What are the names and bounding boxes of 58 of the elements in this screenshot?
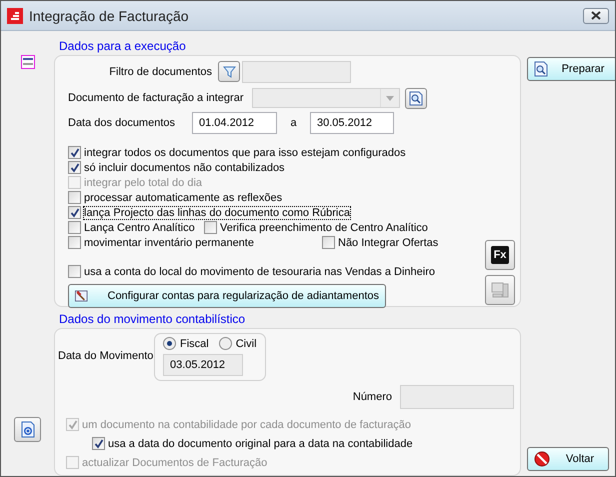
checkbox-label: Lança Centro Analítico <box>84 222 195 234</box>
checkbox-label: integrar todos os documentos que para isso estejam configurados <box>84 146 406 158</box>
configure-button[interactable]: Configurar contas para regularização de adiantamentos <box>68 284 386 308</box>
form-icon <box>20 55 34 69</box>
back-button[interactable]: Voltar <box>527 447 609 471</box>
checkbox-label: Verifica preenchimento de Centro Analítico <box>220 222 428 234</box>
checkbox-label: movimentar inventário permanente <box>84 236 254 248</box>
checkbox-label: um documento na contabilidade por cada documento de facturação <box>82 418 411 430</box>
stop-icon <box>534 451 550 467</box>
radio-button[interactable]: Civil <box>218 337 257 350</box>
window-title: Integração de Facturação <box>29 8 190 24</box>
checkbox[interactable] <box>68 236 81 249</box>
date-field[interactable]: 01.04.2012 <box>192 112 277 134</box>
app-logo-icon <box>7 8 23 24</box>
checkbox[interactable] <box>204 221 217 234</box>
funnel-icon <box>222 66 236 78</box>
field-label: Data dos documentos <box>68 117 176 129</box>
radio-button[interactable]: Fiscal <box>163 337 209 350</box>
checkbox-label: usa a data do documento original para a data na contabilidade <box>108 438 413 450</box>
date-field[interactable]: 30.05.2012 <box>310 112 394 134</box>
number-field[interactable] <box>400 385 514 409</box>
checkbox-label: só incluir documentos não contabilizados <box>84 162 285 174</box>
formula-button[interactable]: Fx <box>485 240 515 270</box>
checkbox[interactable] <box>68 161 81 174</box>
prepare-button[interactable]: Preparar <box>527 57 615 81</box>
search-icon <box>409 90 423 106</box>
help-document-icon <box>20 421 34 438</box>
filter-field[interactable] <box>242 60 351 82</box>
filter-button[interactable] <box>218 61 240 82</box>
close-icon <box>591 11 601 20</box>
section-title: Dados do movimento contabilístico <box>58 311 246 328</box>
checkbox-label: usa a conta do local do movimento de tesouraria nas Vendas a Dinheiro <box>84 266 435 278</box>
hammer-icon <box>75 289 88 303</box>
field-label: Data do Movimento <box>58 350 154 362</box>
dropdown-arrow-icon <box>386 96 394 100</box>
section-title: Dados para a execução <box>58 38 186 55</box>
checkbox[interactable] <box>68 206 81 219</box>
computer-icon <box>490 280 510 300</box>
computer-button[interactable] <box>485 275 515 305</box>
movement-date-field[interactable]: 03.05.2012 <box>163 354 243 376</box>
checkbox-label: Não Integrar Ofertas <box>338 236 438 248</box>
search-icon <box>534 61 548 77</box>
help-button[interactable] <box>14 417 41 442</box>
field-label: Número <box>352 391 392 403</box>
checkbox-label: lança Projecto das linhas do documento como Rúbrica <box>84 206 350 218</box>
checkbox[interactable] <box>68 191 81 204</box>
field-label: Documento de facturação a integrar <box>68 92 244 104</box>
checkbox-label: integrar pelo total do dia <box>84 176 202 188</box>
checkbox[interactable] <box>68 265 81 278</box>
checkbox-label: processar automaticamente as reflexões <box>84 192 282 204</box>
search-button[interactable] <box>405 88 427 108</box>
checkbox[interactable] <box>68 221 81 234</box>
checkbox[interactable] <box>68 146 81 159</box>
checkbox-label: actualizar Documentos de Facturação <box>82 456 268 468</box>
range-separator: a <box>289 117 298 129</box>
checkbox[interactable] <box>322 236 335 249</box>
field-label: Filtro de documentos <box>108 66 213 78</box>
close-button[interactable] <box>583 8 609 24</box>
